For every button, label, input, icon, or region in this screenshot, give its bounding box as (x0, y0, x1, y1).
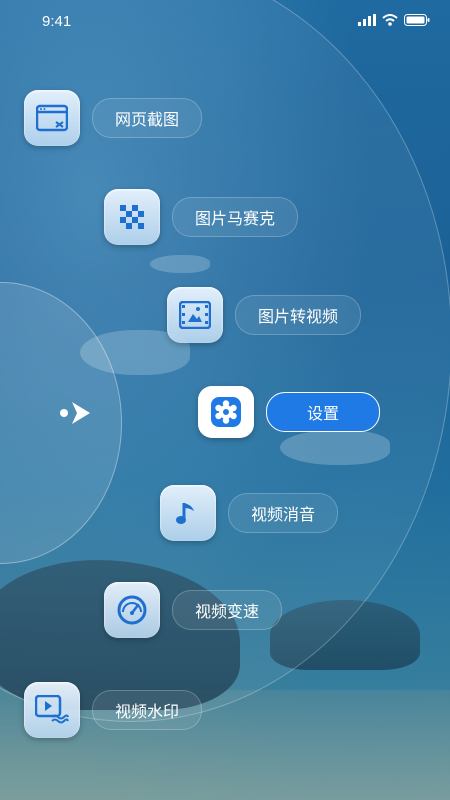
play-arrow-icon (60, 402, 90, 424)
menu-item-label: 图片转视频 (235, 295, 362, 335)
menu-icon-box (167, 287, 223, 343)
status-bar: 9:41 (0, 0, 450, 44)
menu-item-video-speed[interactable]: 视频变速 (104, 582, 283, 638)
menu-icon-box (198, 386, 254, 438)
speedometer-icon (117, 595, 147, 625)
menu-item-webpage-screenshot[interactable]: 网页截图 (24, 90, 203, 146)
menu-item-video-watermark[interactable]: 视频水印 (24, 682, 203, 738)
menu-item-label: 视频消音 (228, 493, 339, 533)
menu-icon-box (104, 582, 160, 638)
menu-item-label: 网页截图 (92, 98, 203, 138)
menu-item-video-mute[interactable]: 视频消音 (160, 485, 339, 541)
menu-item-image-to-video[interactable]: 图片转视频 (167, 287, 362, 343)
menu-icon-box (24, 682, 80, 738)
music-note-icon (176, 503, 194, 524)
home-screen: 9:41 网页截图 图片马赛克 图片转视频 设置 视频消音 视频变速 视频水印 (0, 0, 450, 800)
menu-item-label: 图片马赛克 (172, 197, 299, 237)
menu-icon-box (24, 90, 80, 146)
watermark-icon (35, 695, 69, 724)
status-time: 9:41 (42, 13, 72, 30)
image-to-video-icon (179, 301, 211, 329)
play-button[interactable] (56, 395, 96, 431)
gear-icon (211, 397, 241, 427)
menu-item-settings[interactable]: 设置 (198, 386, 381, 438)
menu-icon-box (104, 189, 160, 245)
menu-item-label: 视频变速 (172, 590, 283, 630)
signal-icon (358, 14, 376, 26)
menu-icon-box (160, 485, 216, 541)
menu-item-image-mosaic[interactable]: 图片马赛克 (104, 189, 299, 245)
mosaic-icon (120, 205, 144, 229)
battery-icon (404, 14, 430, 26)
menu-item-label: 视频水印 (92, 690, 203, 730)
wifi-icon (382, 14, 398, 26)
webpage-screenshot-icon (36, 104, 68, 132)
menu-item-label: 设置 (266, 392, 381, 432)
